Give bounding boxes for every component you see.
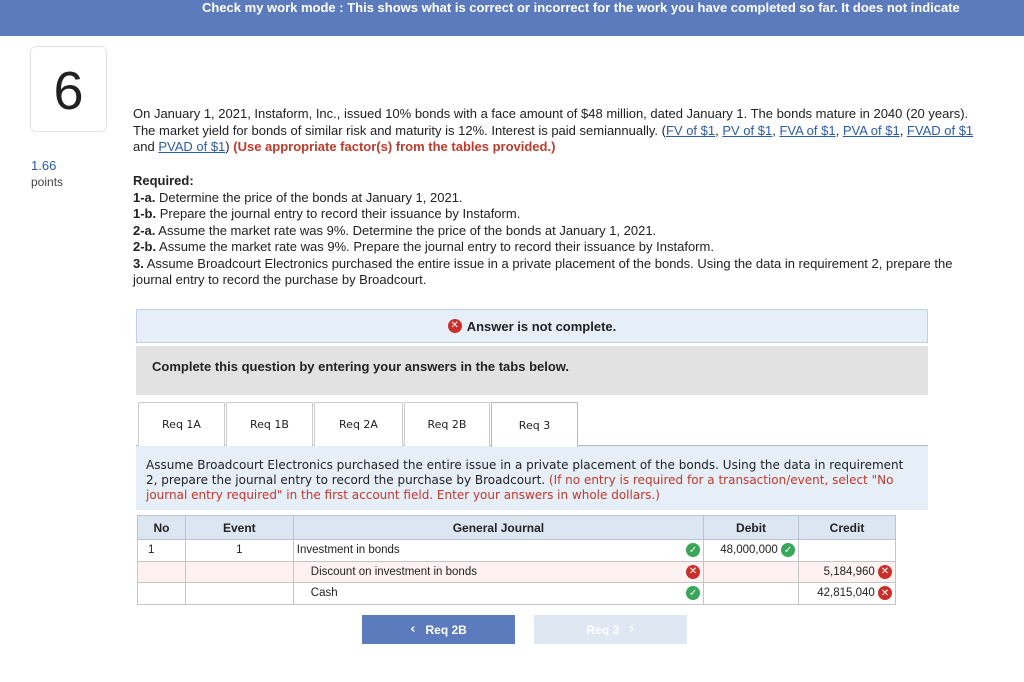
factor-instruction: (Use appropriate factor(s) from the tabl… <box>233 139 556 154</box>
requirement-text: Assume Broadcourt Electronics purchased … <box>133 255 953 288</box>
link-fv-of-1[interactable]: FV of $1 <box>666 123 715 138</box>
header-event: Event <box>184 515 294 540</box>
account-field[interactable]: Cash ✓ <box>292 582 705 605</box>
entry-no: 1 <box>137 539 186 562</box>
requirement-item: 2-a. Assume the market rate was 9%. Dete… <box>133 223 993 240</box>
chevron-right-icon: › <box>629 622 635 637</box>
debit-field[interactable] <box>703 582 800 605</box>
x-icon: ✕ <box>878 564 892 579</box>
complete-question-box: Complete this question by entering your … <box>136 346 928 395</box>
credit-field[interactable]: 42,815,040 ✕ <box>798 582 896 605</box>
tab-req-1a[interactable]: Req 1A <box>138 402 225 446</box>
table-row: Cash ✓ 42,815,040 ✕ <box>137 582 896 605</box>
x-icon: ✕ <box>878 586 892 601</box>
account-field[interactable]: Investment in bonds ✓ <box>292 539 705 562</box>
check-icon: ✓ <box>686 586 701 601</box>
requirement-text: Assume the market rate was 9%. Prepare t… <box>156 239 714 254</box>
debit-field[interactable]: 48,000,000 ✓ <box>703 539 800 562</box>
credit-field[interactable] <box>798 539 896 562</box>
required-title: Required: <box>133 173 194 188</box>
check-my-work-banner: Check my work mode : This shows what is … <box>0 0 1024 36</box>
header-credit: Credit <box>798 515 896 540</box>
separator: ) <box>225 139 230 154</box>
journal-entry-table: No Event General Journal Debit Credit 1 … <box>137 515 896 605</box>
tab-req-2a[interactable]: Req 2A <box>314 402 403 446</box>
check-icon: ✓ <box>686 543 701 558</box>
account-field[interactable]: Discount on investment in bonds ✕ <box>292 560 705 583</box>
account-name: Cash <box>310 587 338 600</box>
table-row: Discount on investment in bonds ✕ 5,184,… <box>137 560 896 583</box>
link-pvad-of-1[interactable]: PVAD of $1 <box>158 139 225 154</box>
question-number-box: 6 <box>30 46 107 132</box>
next-req-button[interactable]: Req 3 › <box>534 615 687 644</box>
requirement-label: 2-b. <box>133 239 157 254</box>
next-label: Req 3 <box>586 622 620 637</box>
complete-prompt: Complete this question by entering your … <box>152 359 570 374</box>
requirement-text: Determine the price of the bonds at Janu… <box>155 189 463 205</box>
tab-req-3[interactable]: Req 3 <box>491 402 578 447</box>
banner-text: Check my work mode : This shows what is … <box>202 0 960 15</box>
credit-value: 42,815,040 <box>817 587 875 600</box>
account-name: Discount on investment in bonds <box>310 565 477 578</box>
header-no: No <box>137 515 186 540</box>
link-fva-of-1[interactable]: FVA of $1 <box>779 123 835 138</box>
points-display: 1.66 points <box>31 158 63 190</box>
link-fvad-of-1[interactable]: FVAD of $1 <box>907 123 973 138</box>
credit-field[interactable]: 5,184,960 ✕ <box>798 560 896 583</box>
header-debit: Debit <box>703 515 800 540</box>
link-pva-of-1[interactable]: PVA of $1 <box>843 123 900 138</box>
event-no <box>184 582 294 605</box>
entry-no <box>137 582 186 605</box>
points-label: points <box>31 175 64 189</box>
tab-req-2b[interactable]: Req 2B <box>404 402 490 446</box>
requirement-item: 2-b. Assume the market rate was 9%. Prep… <box>133 239 993 256</box>
tab-instructions: Assume Broadcourt Electronics purchased … <box>136 446 928 510</box>
requirement-item: 1-a. Determine the price of the bonds at… <box>133 190 993 207</box>
requirement-label: 1-b. <box>133 206 157 221</box>
separator: and <box>133 139 159 154</box>
answer-status-banner: ✕ Answer is not complete. <box>136 309 928 343</box>
requirement-item: 1-b. Prepare the journal entry to record… <box>133 206 993 223</box>
prev-label: Req 2B <box>425 622 467 637</box>
table-row: 1 1 Investment in bonds ✓ 48,000,000 ✓ <box>137 539 896 562</box>
entry-no <box>137 560 186 583</box>
requirement-label: 2-a. <box>133 222 156 238</box>
credit-value: 5,184,960 <box>823 565 875 578</box>
x-circle-icon: ✕ <box>447 319 462 333</box>
points-value: 1.66 <box>31 158 57 173</box>
prev-req-button[interactable]: ‹ Req 2B <box>362 615 515 644</box>
event-no <box>184 560 294 583</box>
x-icon: ✕ <box>686 564 701 579</box>
requirement-label: 3. <box>133 255 144 271</box>
requirement-text: Prepare the journal entry to record thei… <box>156 206 521 221</box>
header-general-journal: General Journal <box>292 515 705 540</box>
separator: , <box>835 122 843 138</box>
chevron-left-icon: ‹ <box>410 622 416 637</box>
question-number: 6 <box>53 61 84 121</box>
requirements: Required: 1-a. Determine the price of th… <box>133 173 993 289</box>
event-no: 1 <box>184 539 294 562</box>
requirement-label: 1-a. <box>133 189 156 205</box>
debit-value: 48,000,000 <box>720 544 778 557</box>
tab-req-1b[interactable]: Req 1B <box>226 402 313 446</box>
problem-statement: On January 1, 2021, Instaform, Inc., iss… <box>133 106 993 156</box>
requirement-text: Assume the market rate was 9%. Determine… <box>155 222 657 238</box>
link-pv-of-1[interactable]: PV of $1 <box>722 123 772 138</box>
requirement-item: 3. Assume Broadcourt Electronics purchas… <box>133 256 993 289</box>
separator: , <box>899 122 907 138</box>
account-name: Investment in bonds <box>296 544 400 557</box>
answer-status-text: Answer is not complete. <box>466 318 617 334</box>
debit-field[interactable] <box>703 560 800 583</box>
requirement-tabs: Req 1A Req 1B Req 2A Req 2B Req 3 <box>136 402 928 447</box>
check-icon: ✓ <box>781 543 796 558</box>
